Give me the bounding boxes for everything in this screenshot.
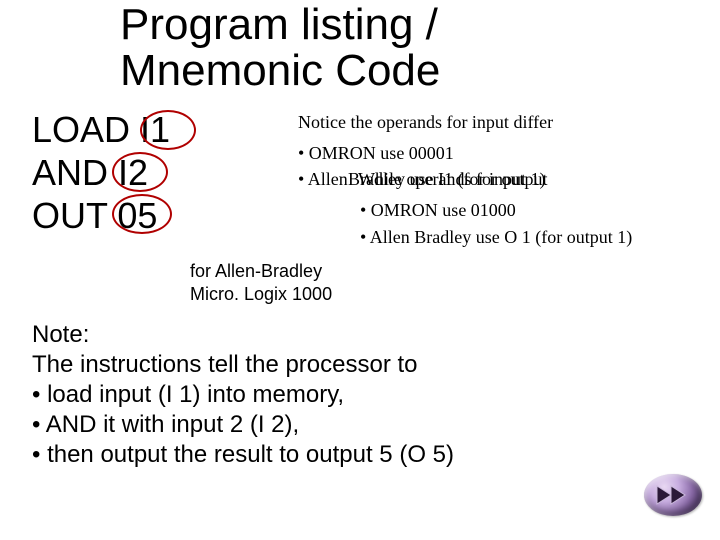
operand-circle-3: [112, 194, 172, 234]
note-line-1: Note:: [32, 320, 682, 350]
notice-bullet-1a-left: • Allen: [298, 169, 348, 189]
notice-header: Notice the operands for input differ: [298, 112, 698, 133]
note-line-4: • AND it with input 2 (I 2),: [32, 410, 682, 440]
notice-bullet-1: • OMRON use 00001: [298, 143, 698, 164]
operand-circle-2: [112, 152, 168, 192]
note-line-3: • load input (I 1) into memory,: [32, 380, 682, 410]
next-slide-button[interactable]: [644, 474, 702, 516]
title-line-2: Mnemonic Code: [120, 48, 600, 94]
notice-block: Notice the operands for input differ • O…: [298, 112, 698, 247]
caption-line-1: for Allen-Bradley: [190, 260, 332, 283]
title-line-1: Program listing /: [120, 2, 600, 48]
device-caption: for Allen-Bradley Micro. Logix 1000: [190, 260, 332, 305]
note-block: Note: The instructions tell the processo…: [32, 320, 682, 470]
overlap-text-b: Bradley use I1 (for input 1): [348, 169, 545, 190]
notice-bullet-2: • OMRON use 01000: [360, 200, 698, 221]
notice-bullet-1a-overlap: While operands for output Bradley use I1…: [358, 169, 547, 190]
slide: Program listing / Mnemonic Code LOAD I1 …: [0, 0, 720, 540]
fast-forward-icon: [655, 484, 691, 506]
operand-circle-1: [140, 110, 196, 150]
notice-bullet-1a: • Allen While operands for output Bradle…: [298, 169, 698, 190]
caption-line-2: Micro. Logix 1000: [190, 283, 332, 306]
notice-bullet-3: • Allen Bradley use O 1 (for output 1): [360, 227, 698, 248]
slide-title: Program listing / Mnemonic Code: [120, 2, 600, 94]
note-line-5: • then output the result to output 5 (O …: [32, 440, 682, 470]
note-line-2: The instructions tell the processor to: [32, 350, 682, 380]
